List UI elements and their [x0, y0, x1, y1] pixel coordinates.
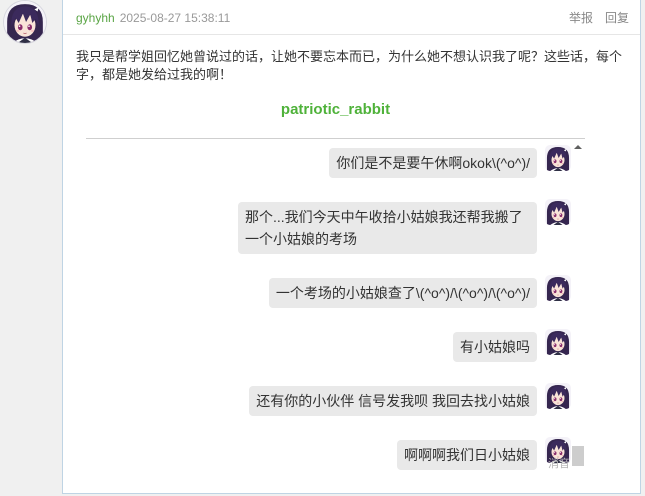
chat-message: 一个考场的小姑娘查了\(^o^)/\(^o^)/\(^o^)/	[86, 275, 571, 308]
comment-body: 我只是帮学姐回忆她曾说过的话，让她不要忘本而已，为什么她不想认识我了呢？这些话，…	[76, 49, 623, 82]
chat-avatar-icon	[545, 199, 571, 225]
chat-avatar-icon	[545, 145, 571, 171]
chat-message: 你们是不是要午休啊okok\(^o^)/	[86, 145, 571, 178]
user-avatar[interactable]	[4, 1, 46, 43]
avatar-image	[545, 329, 571, 355]
chat-bubble: 有小姑娘吗	[453, 332, 537, 362]
chat-message: 有小姑娘吗	[86, 329, 571, 362]
chat-bubble: 一个考场的小姑娘查了\(^o^)/\(^o^)/\(^o^)/	[268, 278, 537, 308]
chat-bubble: 还有你的小伙伴 信号发我呗 我回去找小姑娘	[249, 386, 537, 416]
author-name-link[interactable]: gyhyhh	[76, 10, 115, 26]
chat-avatar-icon	[545, 329, 571, 355]
avatar-image	[4, 1, 46, 43]
chat-message: 啊啊啊我们日小姑娘	[86, 437, 571, 470]
chat-overlay-label: 消音	[548, 458, 570, 470]
comment-header: gyhyhh 2025-08-27 15:38:11 举报 回复	[76, 10, 629, 26]
report-link[interactable]: 举报	[569, 10, 593, 26]
chat-avatar-icon	[545, 383, 571, 409]
chat-avatar-icon	[545, 275, 571, 301]
chat-scrollbar[interactable]	[572, 139, 585, 470]
chat-bubble: 啊啊啊我们日小姑娘	[397, 440, 537, 470]
chat-message-list: 你们是不是要午休啊okok\(^o^)/ 那个...我们今天中午收拾小姑娘我还帮…	[86, 139, 571, 470]
header-divider	[63, 34, 640, 35]
chat-message: 那个...我们今天中午收拾小姑娘我还帮我搬了一个小姑娘的考场	[86, 199, 571, 254]
comment-timestamp: 2025-08-27 15:38:11	[119, 11, 231, 25]
scroll-up-arrow-icon[interactable]	[574, 145, 582, 149]
chat-bubble: 那个...我们今天中午收拾小姑娘我还帮我搬了一个小姑娘的考场	[238, 202, 537, 254]
avatar-image	[545, 275, 571, 301]
chat-log: 你们是不是要午休啊okok\(^o^)/ 那个...我们今天中午收拾小姑娘我还帮…	[86, 138, 585, 470]
comment-page: gyhyhh 2025-08-27 15:38:11 举报 回复 我只是帮学姐回…	[0, 0, 645, 496]
chat-bubble: 你们是不是要午休啊okok\(^o^)/	[329, 148, 537, 178]
chat-message: 还有你的小伙伴 信号发我呗 我回去找小姑娘	[86, 383, 571, 416]
avatar-image	[545, 145, 571, 171]
comment-card: gyhyhh 2025-08-27 15:38:11 举报 回复 我只是帮学姐回…	[62, 0, 641, 494]
avatar-image	[545, 199, 571, 225]
reply-link[interactable]: 回复	[605, 10, 629, 26]
scroll-thumb[interactable]	[572, 446, 584, 466]
avatar-image	[545, 383, 571, 409]
comment-actions: 举报 回复	[569, 10, 629, 26]
anime-girl-avatar-icon	[4, 1, 46, 43]
quoted-chat-title[interactable]: patriotic_rabbit	[86, 101, 585, 119]
